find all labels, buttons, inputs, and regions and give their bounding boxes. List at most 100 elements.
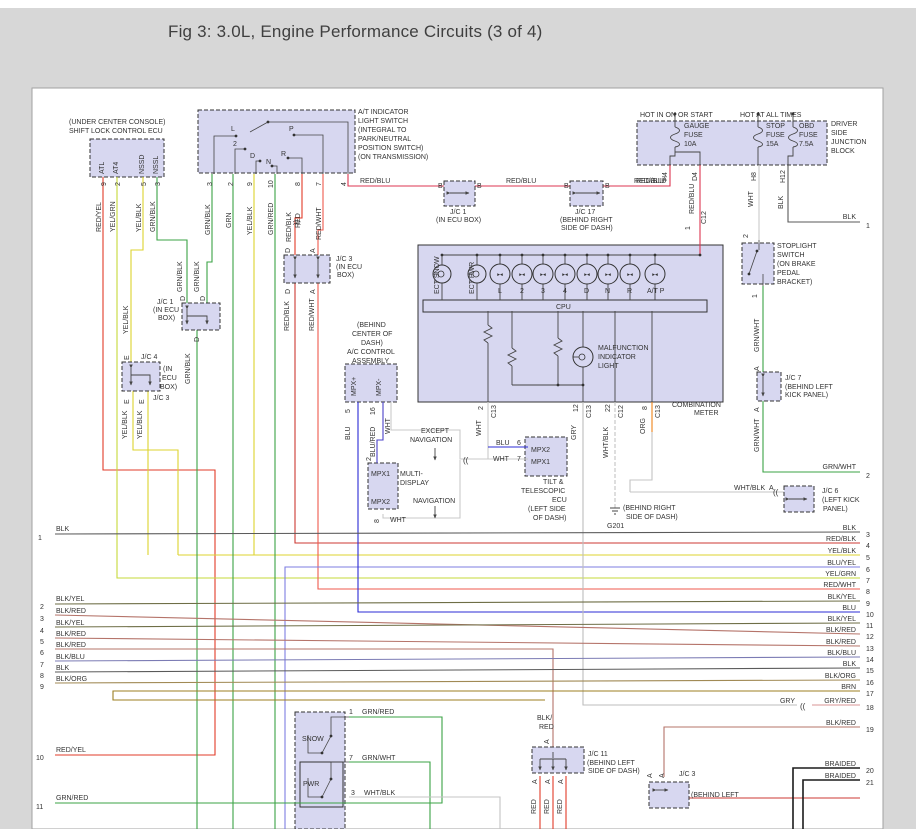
diagram-label: (UNDER CENTER CONSOLE) [69, 119, 165, 126]
diagram-label: BLK/YEL [56, 620, 85, 627]
diagram-label: J/C 6 [822, 488, 838, 495]
diagram-label: FUSE [799, 132, 818, 139]
diagram-label: RED/WHT [309, 298, 316, 331]
diagram-label: BLU/RED [370, 427, 377, 457]
diagram-label: 8 [40, 673, 44, 680]
diagram-label: L [231, 126, 235, 133]
diagram-label: 1 [349, 709, 353, 716]
diagram-label: BLK/YEL [828, 616, 857, 623]
diagram-label: BLK [56, 526, 70, 533]
diagram-label: WHT/BLK [603, 427, 610, 458]
junction-dot [287, 157, 290, 160]
diagram-label: BRAIDED [825, 761, 856, 768]
diagram-label: POSITION SWITCH) [358, 145, 423, 152]
diagram-label: 3 [207, 182, 214, 186]
diagram-label: YEL/BLK [247, 206, 254, 235]
diagram-label: INDICATOR [598, 354, 636, 361]
diagram-label: A/C CONTROL [347, 349, 395, 356]
diagram-label: GRN/BLK [150, 201, 157, 232]
diagram-label: MPX2 [531, 447, 550, 454]
diagram-label: BLK/ORG [825, 673, 856, 680]
diagram-label: GRN [226, 212, 233, 228]
junction-dot [330, 778, 333, 781]
diagram-label: RED/BLK [826, 536, 856, 543]
diagram-label: (IN ECU BOX) [436, 217, 481, 224]
junction-dot [756, 250, 759, 253]
junction-dot [330, 735, 333, 738]
diagram-label: 9 [101, 182, 108, 186]
diagram-label: A [544, 739, 551, 744]
diagram-label: GRN/RED [268, 203, 275, 235]
led-symbol-icon: ▸◂ [605, 272, 611, 278]
diagram-label: 11 [866, 623, 873, 630]
diagram-label: RED/BLU [360, 178, 390, 185]
diagram-label: R [281, 151, 286, 158]
diagram-label: MPX- [376, 378, 383, 396]
diagram-label: J/C 17 [575, 209, 595, 216]
junction-dot [235, 135, 238, 138]
diagram-label: YEL/BLK [136, 203, 143, 232]
diagram-label: BLK [843, 525, 857, 532]
tilt-telescopic-ecu-box [525, 437, 567, 476]
junction-dot [476, 254, 479, 257]
diagram-label: COMBINATION [672, 402, 721, 409]
jc3-bottom-box [649, 782, 689, 808]
jc1-top-box [444, 181, 475, 206]
diagram-label: ECU [552, 497, 567, 504]
diagram-label: RED/BLU [506, 178, 536, 185]
diagram-label: E [124, 399, 131, 404]
diagram-label: 4 [40, 628, 44, 635]
diagram-label: 2 [478, 406, 485, 410]
diagram-label: 7 [316, 182, 323, 186]
junction-dot [293, 134, 296, 137]
diagram-label: (BEHIND LEFT [587, 760, 636, 767]
diagram-label: BRACKET) [777, 279, 812, 286]
diagram-label: (( [800, 702, 806, 711]
diagram-label: 2 [366, 457, 373, 461]
diagram-label: GRY/RED [824, 698, 856, 705]
diagram-label: J/C 11 [588, 751, 608, 758]
diagram-label: (BEHIND LEFT [785, 384, 834, 391]
diagram-label: 3 [351, 790, 355, 797]
junction-dot [582, 384, 585, 387]
diagram-label: A [754, 366, 761, 371]
diagram-label: 16 [866, 680, 874, 687]
junction-dot [542, 254, 545, 257]
diagram-label: GRN/RED [56, 795, 88, 802]
diagram-label: BRAIDED [825, 773, 856, 780]
diagram-label: A [754, 407, 761, 412]
diagram-label: BLK/YEL [828, 594, 857, 601]
diagram-label: PEDAL [777, 270, 800, 277]
junction-dot [267, 121, 270, 124]
diagram-label: A [310, 289, 317, 294]
diagram-label: BLK/RED [826, 720, 856, 727]
diagram-label: SIDE OF DASH) [588, 768, 640, 775]
diagram-label: BLK/RED [826, 639, 856, 646]
diagram-label: E [124, 355, 131, 360]
diagram-label: KICK PANEL) [785, 392, 828, 399]
diagram-label: 7 [40, 662, 44, 669]
diagram-label: 4 [563, 288, 567, 295]
diagram-label: 22 [605, 404, 612, 412]
diagram-label: C13 [491, 405, 498, 418]
diagram-label: ECT SNOW [434, 256, 441, 294]
diagram-label: 10 [268, 180, 275, 188]
diagram-label: L [498, 288, 502, 295]
diagram-label: D [194, 337, 201, 342]
diagram-label: HOT AT ALL TIMES [740, 112, 802, 119]
diagram-label: (IN ECU [153, 307, 179, 314]
diagram-label: HOT IN ON OR START [640, 112, 713, 119]
diagram-label: BOX) [160, 384, 177, 391]
diagram-label: BLU [345, 426, 352, 440]
diagram-label: J/C 7 [785, 375, 801, 382]
jc1-mid-box [182, 303, 220, 330]
diagram-label: D [200, 296, 207, 301]
diagram-label: 2 [233, 141, 237, 148]
diagram-label: 13 [866, 646, 874, 653]
diagram-label: A [545, 779, 552, 784]
diagram-label: GRN/WHT [754, 418, 761, 452]
diagram-label: 17 [866, 691, 874, 698]
diagram-label: 7 [517, 456, 521, 463]
led-symbol-icon: ▸◂ [497, 272, 503, 278]
diagram-label: YEL/GRN [825, 571, 856, 578]
